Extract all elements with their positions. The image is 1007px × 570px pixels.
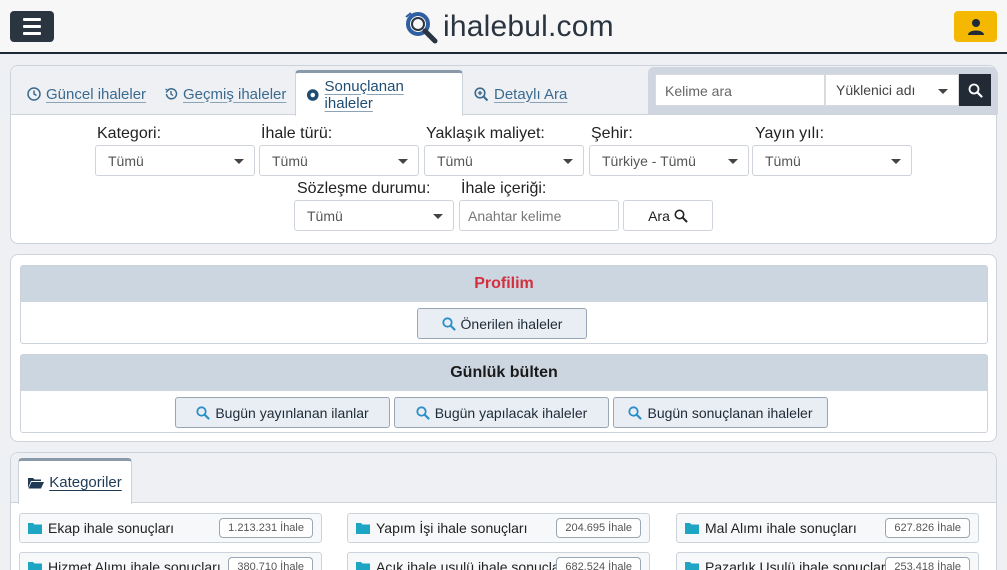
tab-gecmis-ihaleler[interactable]: Geçmiş ihaleler (164, 80, 286, 108)
folder-icon (685, 562, 699, 570)
tab-detayli-ara[interactable]: Detaylı Ara (474, 80, 567, 108)
today-published-button[interactable]: Bugün yayınlanan ilanlar (175, 397, 390, 428)
category-item[interactable]: Hizmet Alımı ihale sonuçları 380.710 İha… (19, 552, 322, 570)
contractor-select[interactable]: Yüklenici adı (825, 74, 959, 106)
folder-open-icon (28, 478, 45, 489)
quick-search-button[interactable] (959, 74, 991, 106)
categories-panel: Kategoriler Ekap ihale sonuçları 1.213.2… (10, 452, 997, 570)
ihale-turu-select[interactable]: Tümü (259, 145, 419, 176)
category-item[interactable]: Mal Alımı ihale sonuçları 627.826 İhale (676, 513, 979, 543)
search-icon (416, 405, 430, 420)
today-concluded-button[interactable]: Bugün sonuçlanan ihaleler (613, 397, 828, 428)
tab-sonuclanan-ihaleler[interactable]: Sonuçlanan ihaleler (295, 70, 463, 116)
category-item[interactable]: Açık ihale usulü ihale sonuçları 682.524… (347, 552, 650, 570)
folder-icon (28, 523, 42, 534)
category-item[interactable]: Yapım İşi ihale sonuçları 204.695 İhale (347, 513, 650, 543)
category-count-badge: 253.418 İhale (885, 557, 970, 570)
tab-guncel-ihaleler[interactable]: Güncel ihaleler (27, 80, 146, 108)
search-panel: Güncel ihaleler Geçmiş ihaleler Sonuçlan… (10, 65, 998, 244)
kategori-label: Kategori: (97, 125, 162, 142)
recommended-tenders-button[interactable]: Önerilen ihaleler (417, 308, 587, 339)
search-icon (441, 316, 456, 331)
yayin-yili-select[interactable]: Tümü (752, 145, 912, 176)
icerik-label: İhale içeriği: (461, 180, 547, 197)
bulletin-title: Günlük bülten (21, 355, 987, 391)
folder-icon (356, 562, 370, 570)
chevron-down-icon (938, 89, 948, 94)
category-count-badge: 380.710 İhale (228, 557, 313, 570)
folder-icon (356, 523, 370, 534)
dot-circle-icon (306, 88, 319, 101)
sehir-select[interactable]: Türkiye - Tümü (589, 145, 749, 176)
category-count-badge: 627.826 İhale (885, 518, 970, 538)
folder-icon (28, 562, 42, 570)
chevron-down-icon (891, 159, 901, 164)
maliyet-label: Yaklaşık maliyet: (426, 125, 545, 142)
profile-box: Profilim Önerilen ihaleler (20, 265, 988, 344)
search-icon (196, 405, 210, 420)
profile-bulletin-panel: Profilim Önerilen ihaleler Günlük bülten… (10, 254, 997, 442)
search-icon (674, 209, 688, 222)
user-icon (967, 18, 984, 35)
tab-bar: Güncel ihaleler Geçmiş ihaleler Sonuçlan… (11, 66, 998, 116)
icerik-keyword-input[interactable]: Anahtar kelime (459, 200, 619, 231)
hamburger-menu-button[interactable] (10, 11, 54, 42)
quick-search-bar: Kelime ara Yüklenici adı (648, 67, 998, 114)
folder-icon (685, 523, 699, 534)
bulletin-box: Günlük bülten Bugün yayınlanan ilanlar B… (20, 354, 988, 433)
ihale-turu-label: İhale türü: (261, 125, 333, 142)
chevron-down-icon (398, 159, 408, 164)
chevron-down-icon (234, 159, 244, 164)
category-count-badge: 204.695 İhale (556, 518, 641, 538)
clock-icon (27, 87, 41, 101)
logo-magnifier-icon (405, 12, 438, 44)
keyword-search-input[interactable]: Kelime ara (655, 74, 825, 106)
chevron-down-icon (563, 159, 573, 164)
sehir-label: Şehir: (591, 125, 633, 142)
user-account-button[interactable] (954, 11, 997, 42)
filter-search-button[interactable]: Ara (623, 200, 713, 231)
profile-title: Profilim (21, 266, 987, 302)
top-bar: ihalebul.com (0, 0, 1007, 54)
category-count-badge: 1.213.231 İhale (219, 518, 313, 538)
sozlesme-label: Sözleşme durumu: (297, 180, 431, 197)
tab-kategoriler[interactable]: Kategoriler (18, 458, 132, 504)
kategori-select[interactable]: Tümü (95, 145, 255, 176)
search-plus-icon (474, 86, 489, 101)
hamburger-icon (23, 18, 41, 21)
category-item[interactable]: Ekap ihale sonuçları 1.213.231 İhale (19, 513, 322, 543)
search-icon (968, 83, 983, 98)
category-item[interactable]: Pazarlık Usulü ihale sonuçları 253.418 İ… (676, 552, 979, 570)
site-name: ihalebul.com (443, 10, 614, 43)
chevron-down-icon (728, 159, 738, 164)
categories-tab-bar: Kategoriler (11, 453, 996, 504)
yayin-yili-label: Yayın yılı: (755, 125, 825, 142)
site-logo[interactable]: ihalebul.com (403, 8, 614, 46)
chevron-down-icon (433, 214, 443, 219)
today-upcoming-button[interactable]: Bugün yapılacak ihaleler (394, 397, 609, 428)
category-count-badge: 682.524 İhale (556, 557, 641, 570)
sozlesme-select[interactable]: Tümü (294, 200, 454, 231)
maliyet-select[interactable]: Tümü (424, 145, 584, 176)
history-icon (165, 88, 178, 100)
search-icon (628, 405, 643, 420)
